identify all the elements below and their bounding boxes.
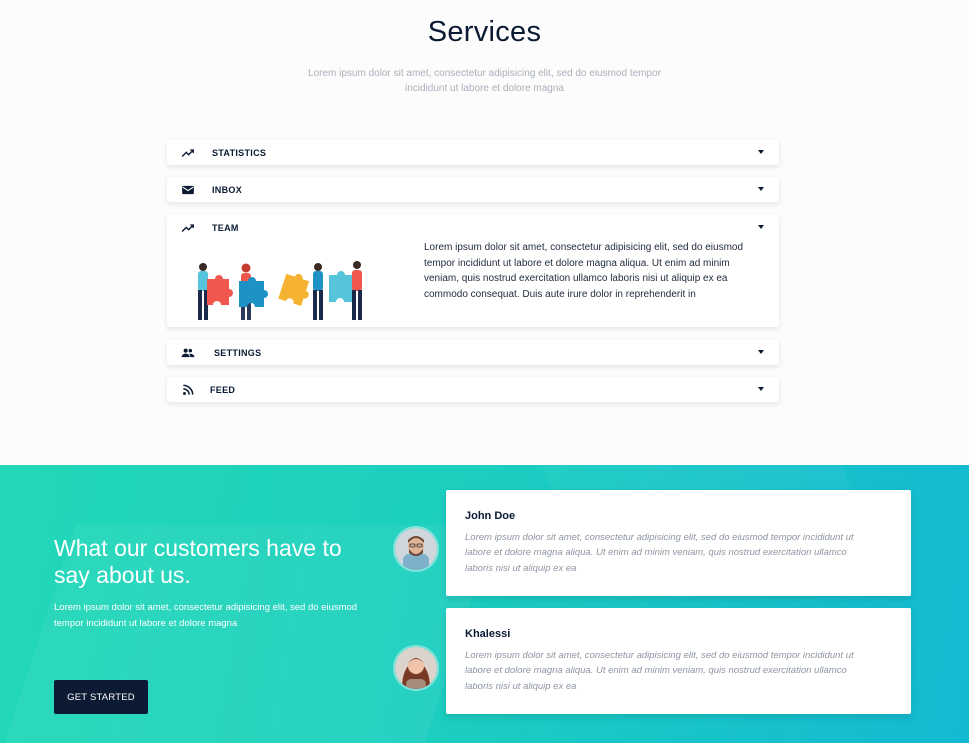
testimonials-text: Lorem ipsum dolor sit amet, consectetur … [54,602,358,629]
page-title: Services [427,16,542,48]
accordion-header-settings[interactable]: SETTINGS [167,340,779,366]
review-quote: Lorem ipsum dolor sit amet, consectetur … [465,650,854,692]
rss-icon [181,383,195,397]
avatar [393,645,439,691]
services-section: Services Lorem ipsum dolor sit amet, con… [0,0,969,465]
testimonial-card: Khalessi Lorem ipsum dolor sit amet, con… [446,608,911,714]
testimonials-title: What our customers have to say about us. [54,535,342,588]
trending-up-icon [181,221,195,235]
chevron-down-icon[interactable] [758,387,764,391]
accordion-header-statistics[interactable]: STATISTICS [167,140,779,166]
avatar [393,526,439,572]
reviewer-name: Khalessi [465,628,511,640]
chevron-down-icon[interactable] [758,187,764,191]
accordion-label: SETTINGS [214,348,262,358]
accordion-item-statistics: STATISTICS [167,140,779,165]
team-puzzle-illustration [198,261,362,320]
chevron-down-icon[interactable] [758,225,764,229]
accordion-item-settings: SETTINGS [167,340,779,365]
accordion-item-inbox: INBOX [167,177,779,202]
testimonial-card: John Doe Lorem ipsum dolor sit amet, con… [446,490,911,596]
accordion-header-inbox[interactable]: INBOX [167,177,779,203]
accordion-label: FEED [210,385,236,395]
get-started-button[interactable]: GET STARTED [54,680,148,714]
accordion-item-team: TEAM Lorem ipsum dolor sit amet, consect… [167,215,779,327]
page-subtitle: Lorem ipsum dolor sit amet, consectetur … [308,68,661,94]
mail-icon [181,183,195,197]
accordion-header-team[interactable]: TEAM [167,215,779,241]
accordion-header-feed[interactable]: FEED [167,377,779,403]
testimonials-section: What our customers have to say about us.… [0,465,969,743]
accordion-body-text: Lorem ipsum dolor sit amet, consectetur … [424,242,744,300]
trending-up-icon [181,146,195,160]
accordion-label: INBOX [212,185,243,195]
accordion-item-feed: FEED [167,377,779,402]
accordion-label: TEAM [212,223,239,233]
chevron-down-icon[interactable] [758,350,764,354]
chevron-down-icon[interactable] [758,150,764,154]
people-icon [181,346,195,360]
accordion-label: STATISTICS [212,148,267,158]
reviewer-name: John Doe [465,510,516,522]
review-quote: Lorem ipsum dolor sit amet, consectetur … [465,532,854,574]
